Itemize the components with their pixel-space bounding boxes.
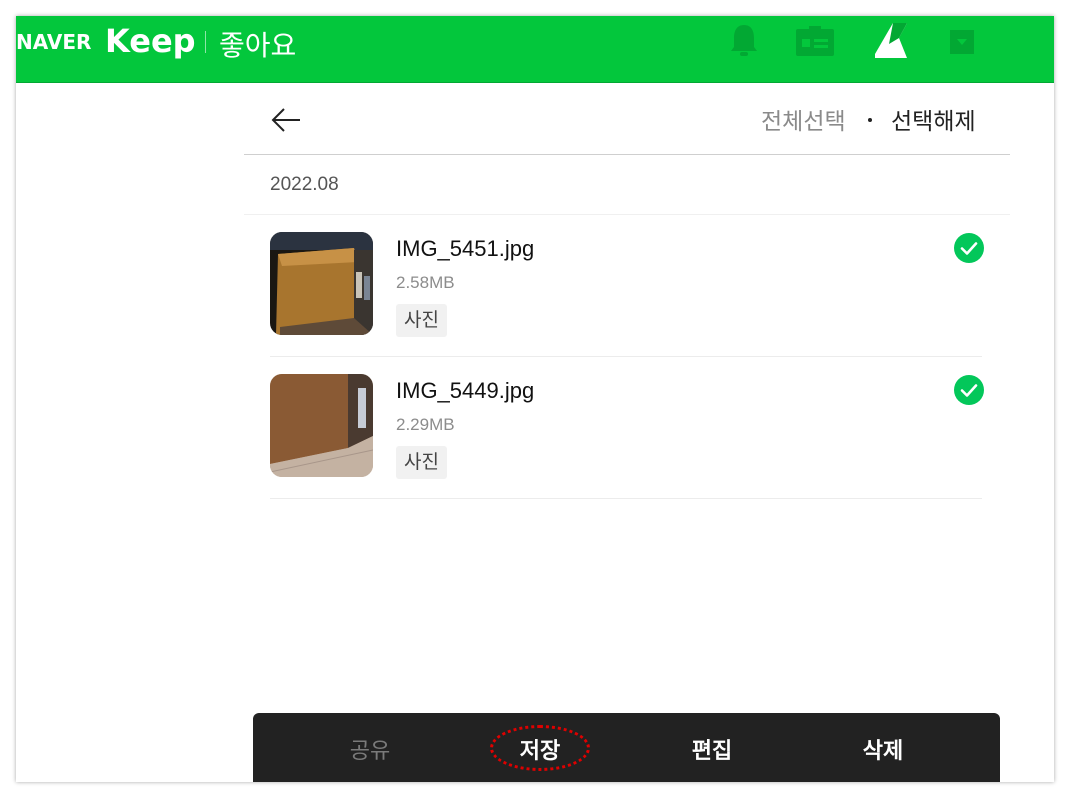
select-all-button[interactable]: 전체선택 xyxy=(761,102,846,136)
check-circle-icon[interactable] xyxy=(953,374,985,406)
check-circle-icon[interactable] xyxy=(953,232,985,264)
date-group-label: 2022.08 xyxy=(270,174,339,195)
naver-app-icon[interactable] xyxy=(871,20,911,60)
folder-title: 좋아요 xyxy=(219,29,297,62)
file-name: IMG_5451.jpg xyxy=(396,236,535,261)
file-name: IMG_5449.jpg xyxy=(396,378,535,403)
action-bar: 공유 저장 편집 삭제 xyxy=(253,713,1000,782)
naver-logo[interactable]: NAVER xyxy=(16,30,91,54)
title-divider xyxy=(205,31,206,53)
file-thumbnail xyxy=(270,374,373,477)
separator-dot xyxy=(868,118,872,122)
dropdown-icon[interactable] xyxy=(942,20,982,60)
id-card-icon[interactable] xyxy=(795,20,835,60)
file-list-item[interactable]: IMG_5451.jpg 2.58MB 사진 xyxy=(270,215,985,357)
bell-icon[interactable] xyxy=(724,20,764,60)
file-thumbnail xyxy=(270,232,373,335)
file-size: 2.29MB xyxy=(396,415,455,434)
deselect-button[interactable]: 선택해제 xyxy=(891,102,976,136)
share-button[interactable]: 공유 xyxy=(310,733,430,765)
app-window: NAVER Keep 좋아요 전체선택 선택해제 2022.08 IMG_545… xyxy=(16,16,1054,782)
edit-button[interactable]: 편집 xyxy=(652,733,772,765)
item-divider xyxy=(270,498,982,499)
file-type-tag: 사진 xyxy=(396,446,447,479)
delete-button[interactable]: 삭제 xyxy=(823,733,943,765)
file-size: 2.58MB xyxy=(396,273,455,292)
file-type-tag: 사진 xyxy=(396,304,447,337)
keep-logo[interactable]: Keep xyxy=(105,22,196,60)
file-list-item[interactable]: IMG_5449.jpg 2.29MB 사진 xyxy=(270,357,985,499)
save-highlight-annotation xyxy=(490,725,590,771)
header-divider xyxy=(244,154,1010,155)
selection-panel: 전체선택 선택해제 2022.08 IMG_5451.jpg 2.58MB 사진… xyxy=(244,82,1010,782)
back-arrow-icon[interactable] xyxy=(270,104,302,136)
top-bar: NAVER Keep 좋아요 xyxy=(16,16,1054,83)
